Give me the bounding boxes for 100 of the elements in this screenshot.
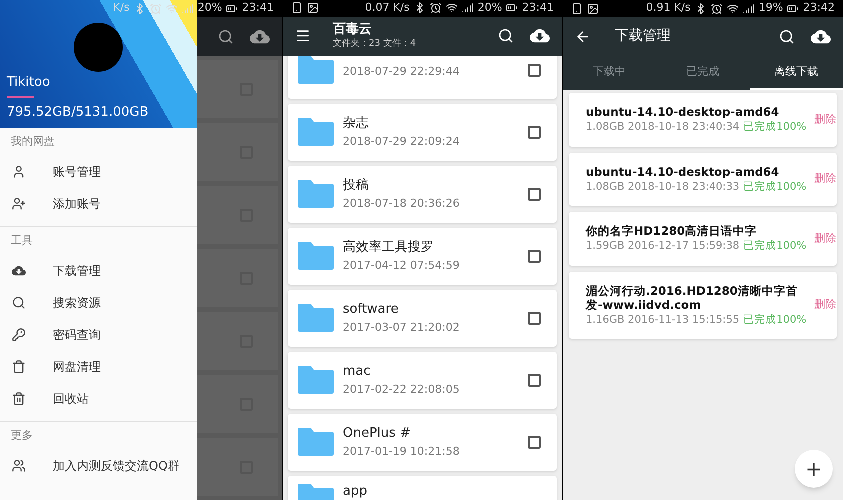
battery-icon: [506, 2, 518, 14]
folder-name: OnePlus #: [343, 426, 412, 442]
user-name: Tikitoo: [7, 74, 52, 92]
drawer-item[interactable]: 密码查询: [0, 319, 197, 351]
tab[interactable]: 下载中: [563, 56, 656, 90]
folder-icon: [298, 366, 334, 394]
folder-name: 杂志: [343, 116, 370, 132]
app-title: 百毒云: [333, 22, 373, 38]
clock-time: 23:41: [242, 0, 274, 16]
modified-date: 2017-02-22 22:08:05: [343, 382, 461, 396]
modified-date: 2018-07-29 22:29:44: [343, 64, 461, 78]
key-icon: [12, 328, 26, 342]
file-name: ubuntu-14.10-desktop-amd64: [586, 164, 780, 179]
checkbox[interactable]: [528, 188, 541, 200]
storage-quota: 795.52GB/5131.00GB: [7, 104, 149, 122]
screen-title: 下载管理: [615, 27, 671, 46]
phone-icon: [571, 2, 583, 14]
battery-percent: 19%: [758, 0, 784, 16]
checkbox[interactable]: [528, 436, 541, 448]
drawer-item[interactable]: 网盘清理: [0, 351, 197, 383]
wifi-icon: [726, 2, 739, 14]
download-status: 已完成100%: [744, 314, 807, 328]
search-icon: [12, 296, 26, 310]
download-status: 已完成100%: [744, 240, 807, 254]
alarm-icon: [710, 2, 723, 14]
drawer-item[interactable]: 账号管理: [0, 156, 197, 188]
add-fab[interactable]: +: [795, 450, 833, 488]
network-speed: 0.91 K/s: [646, 0, 691, 16]
menu-icon[interactable]: [295, 28, 311, 44]
image-icon: [587, 2, 599, 14]
folder-icon: [298, 304, 334, 332]
battery-icon: [787, 2, 800, 14]
size-and-date: 1.08GB 2018-10-18 23:40:33: [586, 180, 740, 194]
group-icon: [12, 459, 26, 473]
folder-icon: [298, 428, 334, 456]
drawer-item[interactable]: 搜索资源: [0, 287, 197, 319]
folder-icon: [298, 180, 334, 208]
drawer-item[interactable]: 回收站: [0, 383, 197, 415]
folder-card[interactable]: 高效率工具搜罗 2017-04-12 07:54:59: [288, 228, 557, 284]
file-name: 湄公河行动.2016.HD1280清晰中字首发-www.iidvd.com: [586, 284, 799, 312]
folder-card[interactable]: mac 2017-02-22 22:08:05: [288, 352, 557, 408]
download-status: 已完成100%: [744, 180, 807, 194]
folder-file-count: 文件夹：23 文件：4: [333, 38, 416, 50]
file-name: ubuntu-14.10-desktop-amd64: [586, 105, 780, 120]
folder-icon: [298, 242, 334, 270]
drawer-item[interactable]: 下载管理: [0, 255, 197, 287]
modified-date: 2017-01-19 10:21:58: [343, 444, 461, 458]
alarm-icon: [430, 2, 442, 14]
trash-icon: [12, 360, 26, 374]
section-title: 我的网盘: [10, 134, 56, 150]
tab[interactable]: 离线下载: [750, 56, 843, 90]
person-icon: [12, 165, 26, 179]
size-and-date: 1.59GB 2016-12-17 15:59:38: [586, 240, 740, 254]
phone-icon: [291, 2, 303, 14]
section-title: 更多: [10, 428, 34, 444]
file-name: 你的名字HD1280高清日语中字: [586, 224, 758, 238]
folder-name: software: [343, 302, 400, 318]
clock-time: 23:41: [522, 0, 554, 16]
search-icon[interactable]: [218, 28, 234, 44]
checkbox[interactable]: [528, 126, 541, 138]
battery-percent: 20%: [198, 0, 222, 16]
drawer-item[interactable]: 加入内测反馈交流QQ群: [0, 450, 197, 482]
search-icon[interactable]: [779, 28, 795, 44]
folder-card[interactable]: 投稿 2018-07-18 20:36:26: [288, 166, 557, 222]
download-status: 已完成100%: [744, 121, 807, 134]
size-and-date: 1.16GB 2016-11-13 15:15:55: [586, 314, 740, 328]
avatar: [74, 23, 123, 72]
folder-name: 投稿: [343, 178, 370, 194]
wifi-icon: [166, 2, 178, 14]
drawer-item[interactable]: 添加账号: [0, 188, 197, 220]
checkbox[interactable]: [528, 250, 541, 262]
folder-card[interactable]: OnePlus # 2017-01-19 10:21:58: [288, 414, 557, 470]
folder-icon: [298, 118, 334, 146]
checkbox[interactable]: [528, 374, 541, 386]
image-icon: [307, 2, 319, 14]
clock-time: 23:42: [803, 0, 835, 16]
size-and-date: 1.08GB 2018-10-18 23:40:34: [586, 121, 740, 134]
trash-icon: [12, 392, 26, 406]
folder-card[interactable]: app: [288, 476, 557, 500]
battery-percent: 20%: [478, 0, 502, 16]
folder-card[interactable]: 杂志 2018-07-29 22:09:24: [288, 104, 557, 160]
alarm-icon: [150, 2, 162, 14]
folder-name: mac: [343, 364, 372, 380]
tab[interactable]: 已完成: [656, 56, 750, 90]
folder-name: app: [343, 484, 368, 500]
network-speed: K/s: [113, 0, 130, 16]
modified-date: 2017-04-12 07:54:59: [343, 258, 461, 272]
section-title: 工具: [10, 232, 34, 249]
add-person-icon: [12, 197, 26, 211]
modified-date: 2018-07-29 22:09:24: [343, 134, 461, 148]
folder-name: 高效率工具搜罗: [343, 240, 435, 256]
checkbox[interactable]: [528, 64, 541, 76]
cloud-download-icon[interactable]: [12, 264, 26, 278]
network-speed: 0.07 K/s: [365, 0, 410, 16]
modified-date: 2017-03-07 21:20:02: [343, 320, 461, 334]
battery-icon: [226, 2, 238, 14]
folder-icon: [298, 56, 334, 84]
folder-card[interactable]: software 2017-03-07 21:20:02: [288, 290, 557, 346]
checkbox[interactable]: [528, 312, 541, 324]
search-icon[interactable]: [498, 28, 514, 44]
